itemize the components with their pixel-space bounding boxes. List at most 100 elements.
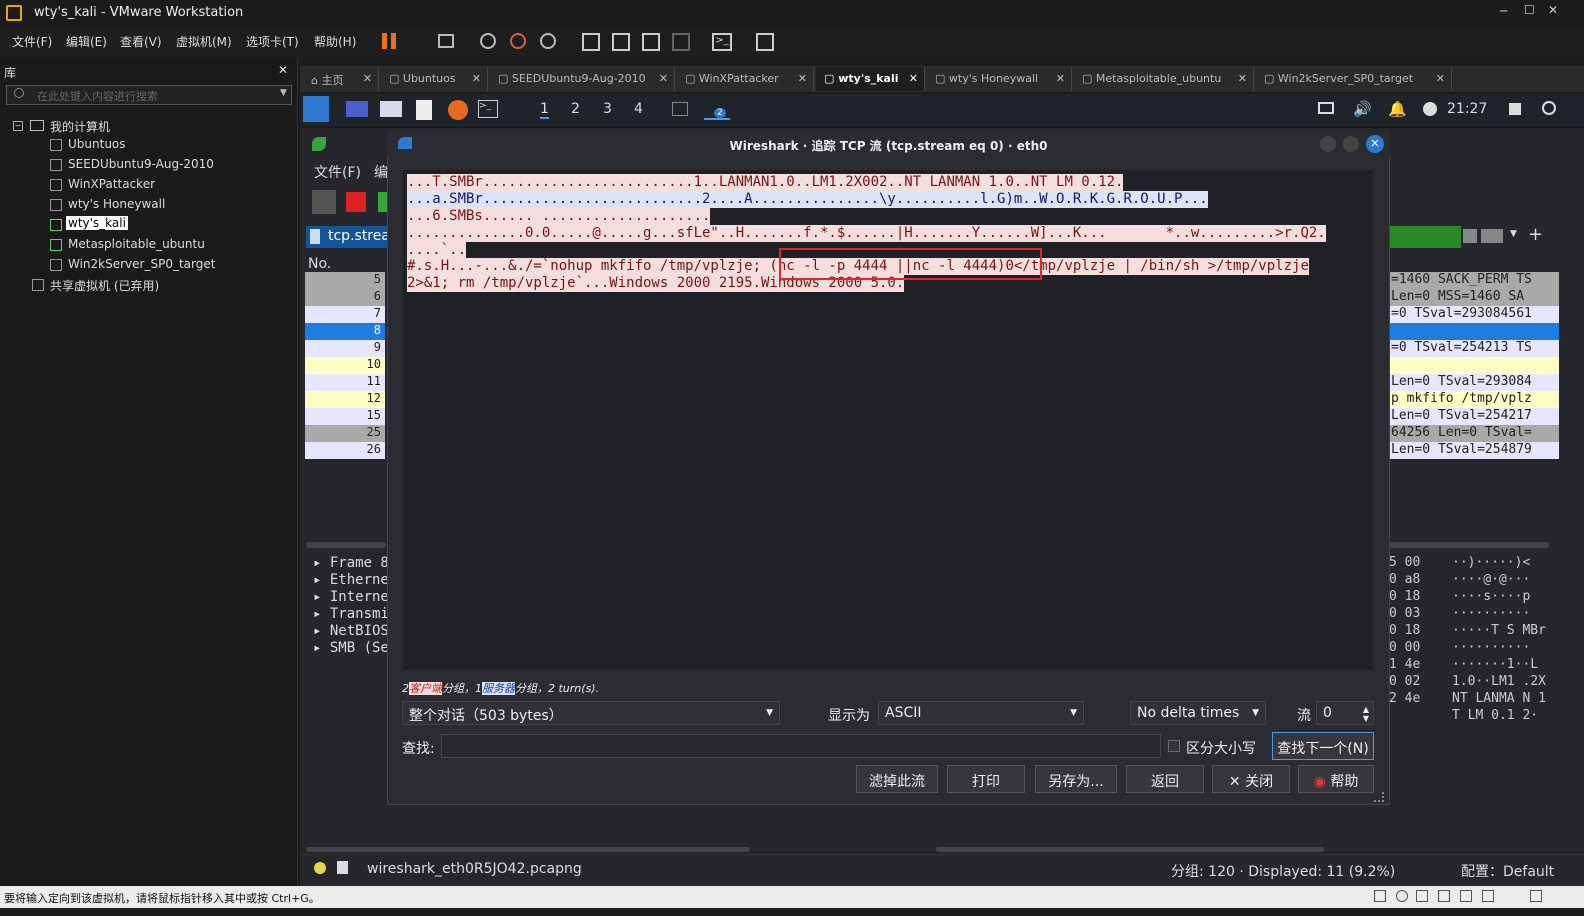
table-cell[interactable]: Len=0 MSS=1460 SA bbox=[1389, 289, 1559, 306]
clear-filter-icon[interactable] bbox=[1463, 229, 1477, 243]
delta-times-select[interactable]: No delta times ▼ bbox=[1130, 701, 1266, 725]
tab-close-icon[interactable]: ✕ bbox=[363, 72, 372, 85]
table-row[interactable]: 9 bbox=[305, 340, 385, 357]
table-cell[interactable]: p mkfifo /tmp/vplz bbox=[1389, 391, 1559, 408]
tab-close-icon[interactable]: ✕ bbox=[1056, 72, 1065, 85]
table-row[interactable]: 26 bbox=[305, 442, 385, 459]
minimize-icon[interactable]: ─ bbox=[1500, 4, 1507, 18]
lock-icon[interactable] bbox=[1509, 103, 1521, 115]
table-cell[interactable]: =1460 SACK_PERM TS bbox=[1389, 272, 1559, 289]
kali-menu-icon[interactable] bbox=[303, 96, 329, 122]
terminal-icon[interactable]: >_ bbox=[478, 100, 498, 118]
notification-bell-icon[interactable]: 🔔 bbox=[1388, 100, 1407, 118]
stream-number-spinner[interactable]: 0 ▲ ▼ bbox=[1316, 701, 1374, 725]
text-editor-icon[interactable] bbox=[416, 100, 432, 120]
save-as-button[interactable]: 另存为... bbox=[1035, 765, 1117, 793]
hdd-icon[interactable] bbox=[1374, 890, 1386, 902]
capture-comment-icon[interactable] bbox=[337, 861, 348, 874]
table-row[interactable]: 11 bbox=[305, 374, 385, 391]
library-close-icon[interactable]: ✕ bbox=[278, 63, 288, 77]
detail-tree-item[interactable]: ▸ Interne bbox=[313, 589, 389, 605]
unity-icon[interactable] bbox=[672, 33, 690, 51]
desktop-icon[interactable] bbox=[346, 101, 368, 117]
tab-close-icon[interactable]: ✕ bbox=[472, 72, 481, 85]
show-desktop-icon[interactable] bbox=[672, 102, 688, 116]
revert-snapshot-icon[interactable] bbox=[510, 33, 526, 49]
dialog-close-icon[interactable]: ✕ bbox=[1366, 135, 1384, 153]
hex-scrollbar[interactable] bbox=[936, 847, 1324, 852]
show-as-select[interactable]: ASCII ▼ bbox=[878, 701, 1084, 725]
start-capture-icon[interactable] bbox=[312, 190, 336, 214]
menu-edit[interactable]: 编辑(E) bbox=[66, 33, 107, 50]
menu-vm[interactable]: 虚拟机(M) bbox=[176, 33, 232, 50]
case-sensitive-checkbox[interactable] bbox=[1168, 740, 1180, 752]
maximize-icon[interactable]: ☐ bbox=[1524, 3, 1535, 17]
help-button[interactable]: ◉ 帮助 bbox=[1298, 765, 1374, 793]
volume-icon[interactable]: 🔊 bbox=[1353, 100, 1372, 118]
ws-menu-edit[interactable]: 编 bbox=[374, 162, 388, 182]
tree-collapse-icon[interactable]: − bbox=[13, 121, 23, 131]
close-icon[interactable]: ✕ bbox=[1548, 3, 1558, 17]
menu-file[interactable]: 文件(F) bbox=[12, 33, 52, 50]
printer-icon[interactable] bbox=[1482, 890, 1494, 902]
tree-vm-kali-selected[interactable]: wty's_kali bbox=[66, 216, 128, 230]
filter-out-stream-button[interactable]: 滤掉此流 bbox=[856, 765, 938, 793]
profile-label[interactable]: 配置：Default bbox=[1461, 861, 1554, 881]
detail-tree-item[interactable]: ▸ Frame 8 bbox=[313, 555, 389, 571]
menu-view[interactable]: 查看(V) bbox=[120, 33, 162, 50]
table-cell[interactable]: Len=0 TSval=254879 bbox=[1389, 442, 1559, 459]
pause-icon[interactable] bbox=[382, 33, 396, 49]
resize-grip-icon[interactable] bbox=[1374, 792, 1384, 802]
search-dropdown-icon[interactable]: ▼ bbox=[280, 88, 287, 98]
spinner-arrows-icon[interactable]: ▲ ▼ bbox=[1363, 705, 1369, 723]
tab-close-icon[interactable]: ✕ bbox=[798, 72, 807, 85]
tab-honeywall[interactable]: ▢ wty's Honeywall ✕ bbox=[927, 67, 1072, 91]
library-search-input[interactable]: 在此处键入内容进行搜索 bbox=[6, 85, 292, 105]
stretch-icon[interactable] bbox=[756, 33, 774, 51]
workspace-2[interactable]: 2 bbox=[571, 101, 580, 117]
table-cell[interactable]: =0 TSval=293084561 bbox=[1389, 306, 1559, 323]
expert-info-icon[interactable] bbox=[314, 862, 326, 874]
tree-vm-win2k[interactable]: Win2kServer_SP0_target bbox=[68, 257, 215, 271]
workspace-1[interactable]: 1 bbox=[540, 101, 549, 119]
table-row[interactable]: 10 bbox=[305, 357, 385, 374]
tab-seedubuntu[interactable]: ▢ SEEDUbuntu9-Aug-2010 ✕ bbox=[490, 67, 675, 91]
snapshot-icon[interactable] bbox=[480, 33, 496, 49]
tab-close-icon[interactable]: ✕ bbox=[909, 72, 918, 85]
packet-list-scrollbar[interactable] bbox=[306, 542, 386, 548]
wireshark-taskbar-icon[interactable]: 2 bbox=[704, 98, 730, 120]
console-icon[interactable]: >_ bbox=[712, 33, 732, 51]
bookmark-icon[interactable] bbox=[310, 229, 320, 244]
detail-tree-item[interactable]: ▸ Etherne bbox=[313, 572, 389, 588]
detail-scrollbar[interactable] bbox=[306, 847, 750, 852]
add-filter-icon[interactable]: + bbox=[1528, 224, 1543, 245]
ws-menu-file[interactable]: 文件(F) bbox=[314, 162, 361, 182]
send-keys-icon[interactable] bbox=[438, 34, 454, 48]
column-header-no[interactable]: No. bbox=[308, 256, 331, 272]
tree-root-my-computer[interactable]: 我的计算机 bbox=[50, 118, 110, 135]
menu-tabs[interactable]: 选项卡(T) bbox=[246, 33, 299, 50]
table-row[interactable]: 25 bbox=[305, 425, 385, 442]
stream-content[interactable] bbox=[403, 170, 1373, 670]
tree-vm-honeywall[interactable]: wty's Honeywall bbox=[68, 197, 165, 211]
table-cell[interactable]: 64256 Len=0 TSval= bbox=[1389, 425, 1559, 442]
detail-tree-item[interactable]: ▸ Transmi bbox=[313, 606, 389, 622]
tab-winxpattacker[interactable]: ▢ WinXPattacker ✕ bbox=[677, 67, 814, 91]
conversation-select[interactable]: 整个对话（503 bytes） ▼ bbox=[402, 701, 780, 725]
stop-capture-icon[interactable] bbox=[346, 192, 366, 212]
table-cell[interactable] bbox=[1389, 357, 1559, 374]
sound-icon[interactable] bbox=[1460, 890, 1472, 902]
table-row-selected[interactable]: 8 bbox=[305, 323, 385, 340]
detail-tree-item[interactable]: ▸ NetBIOS bbox=[313, 623, 389, 639]
display-icon[interactable] bbox=[1318, 102, 1334, 114]
display-status-icon[interactable] bbox=[1530, 890, 1542, 902]
menu-help[interactable]: 帮助(H) bbox=[314, 33, 356, 50]
firefox-icon[interactable] bbox=[448, 100, 468, 120]
table-row[interactable]: 6 bbox=[305, 289, 385, 306]
tab-win2k[interactable]: ▢ Win2kServer_SP0_target ✕ bbox=[1256, 67, 1452, 91]
thumbnail-view-icon[interactable] bbox=[612, 33, 630, 51]
tab-ubuntuos[interactable]: ▢ Ubuntuos ✕ bbox=[381, 67, 488, 91]
table-cell[interactable]: Len=0 TSval=293084 bbox=[1389, 374, 1559, 391]
table-row[interactable]: 5 bbox=[305, 272, 385, 289]
apply-filter-icon[interactable] bbox=[1481, 229, 1503, 243]
